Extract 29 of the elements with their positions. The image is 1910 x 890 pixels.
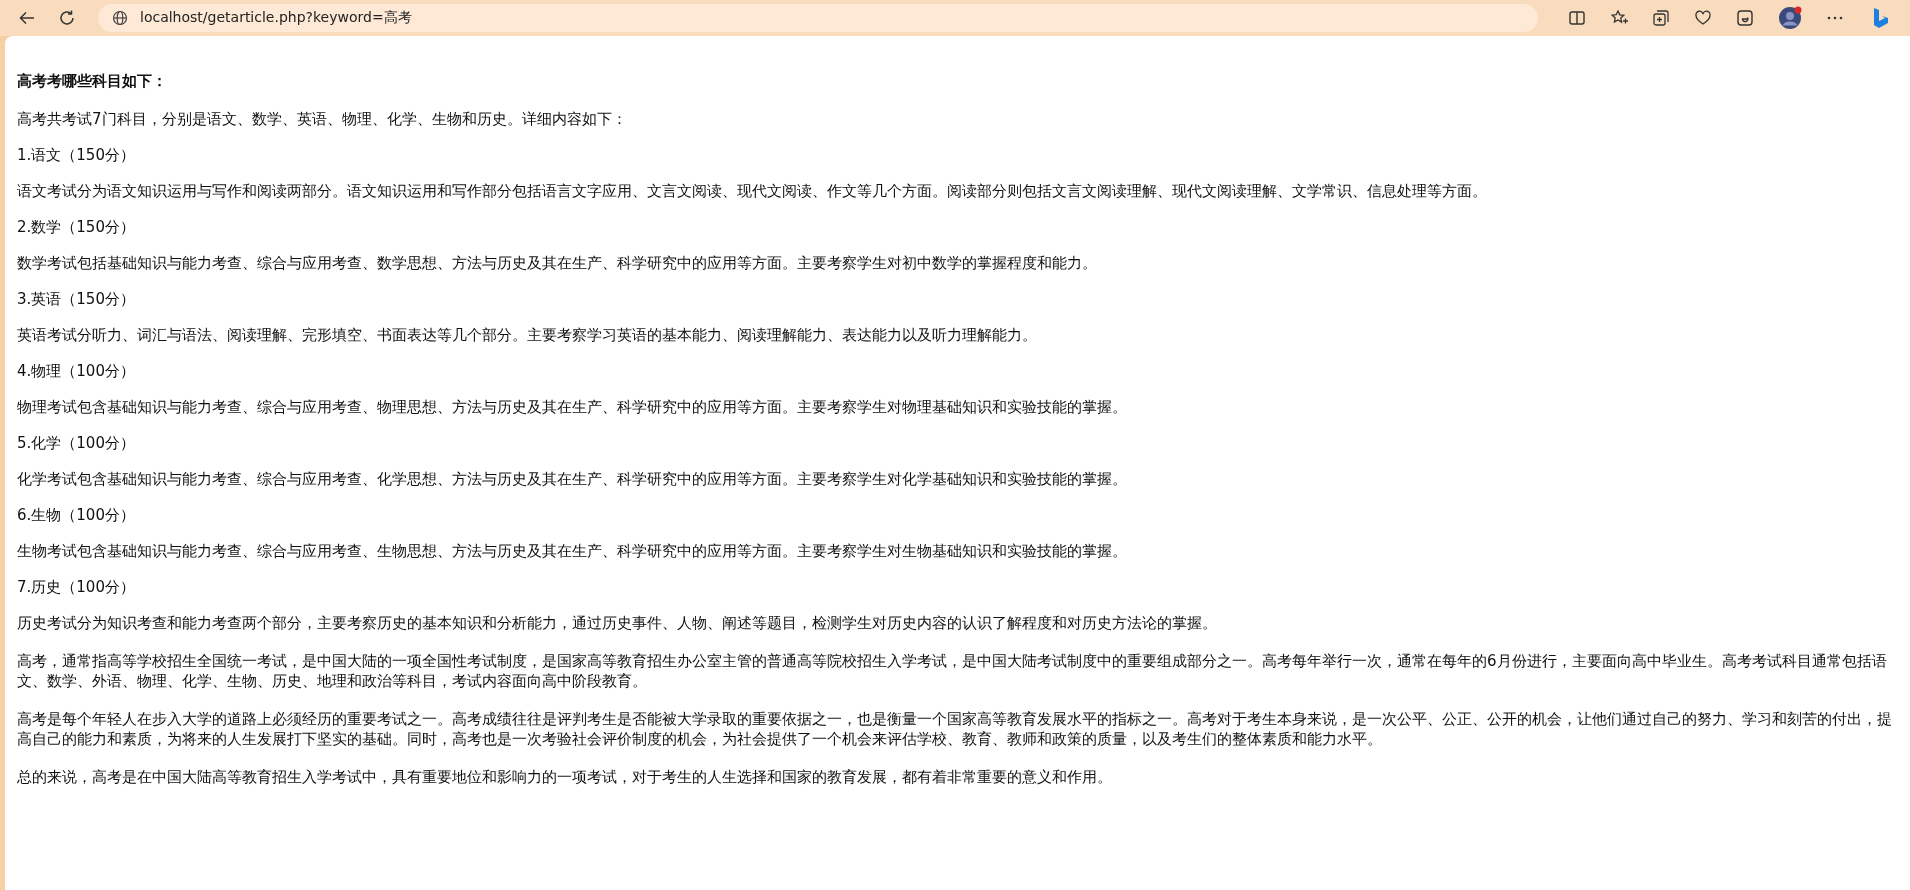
article-paragraph: 6.生物（100分） — [17, 505, 136, 525]
article-paragraph: 4.物理（100分） — [17, 361, 136, 381]
article-paragraph: 化学考试包含基础知识与能力考查、综合与应用考查、化学思想、方法与历史及其在生产、科学研究中的应用等方面。主要考察学生对化学基础知识和实验技能的掌握。 — [17, 469, 1128, 489]
address-bar[interactable]: localhost/getarticle.php?keyword=高考 — [98, 4, 1538, 32]
article-heading: 高考考哪些科目如下： — [17, 72, 168, 91]
article-paragraph: 语文考试分为语文知识运用与写作和阅读两部分。语文知识运用和写作部分包括语言文字应用、文言文阅读、现代文阅读、作文等几个方面。阅读部分则包括文言文阅读理解、现代文阅读理解、文学常识、信息处理等方面。 — [17, 181, 1488, 201]
collections-icon[interactable] — [1652, 9, 1670, 27]
favorites-star-icon[interactable] — [1610, 9, 1628, 27]
globe-icon[interactable] — [112, 10, 128, 26]
article-paragraph: 高考，通常指高等学校招生全国统一考试，是中国大陆的一项全国性考试制度，是国家高等教育招生办公室主管的普通高等院校招生入学考试，是中国大陆考试制度中的重要组成部分之一。高考每年举行一次，通常在每年的6月份进行，主要面向高中毕业生。高考考试科目通常包括语文、数学、外语、物理、化学、生物、历史、地理和政治等科目，考试内容面向高中阶段教育。 — [17, 651, 1888, 691]
split-screen-icon[interactable] — [1568, 9, 1586, 27]
back-icon[interactable] — [18, 9, 36, 27]
url-text: localhost/getarticle.php?keyword=高考 — [140, 9, 412, 27]
article-paragraph: 2.数学（150分） — [17, 217, 136, 237]
article-paragraph: 3.英语（150分） — [17, 289, 136, 309]
reload-icon[interactable] — [58, 9, 76, 27]
article-paragraph: 总的来说，高考是在中国大陆高等教育招生入学考试中，具有重要地位和影响力的一项考试，对于考生的人生选择和国家的教育发展，都有着非常重要的意义和作用。 — [17, 767, 1113, 787]
article-paragraph: 7.历史（100分） — [17, 577, 136, 597]
article-paragraph: 1.语文（150分） — [17, 145, 136, 165]
profile-avatar-icon[interactable] — [1778, 6, 1802, 30]
article-paragraph: 高考是每个年轻人在步入大学的道路上必须经历的重要考试之一。高考成绩往往是评判考生是否能被大学录取的重要依据之一，也是衡量一个国家高等教育发展水平的指标之一。高考对于考生本身来说，是一次公平、公正、公开的机会，让他们通过自己的努力、学习和刻苦的付出，提高自己的能力和素质，为将来的人生发展打下坚实的基础。同时，高考也是一次考验社会评价制度的机会，为社会提供了一个机会来评估学校、教育、教师和政策的质量，以及考生们的整体素质和能力水平。 — [17, 709, 1893, 749]
article-paragraph: 高考共考试7门科目，分别是语文、数学、英语、物理、化学、生物和历史。详细内容如下： — [17, 109, 628, 129]
article-paragraph: 英语考试分听力、词汇与语法、阅读理解、完形填空、书面表达等几个部分。主要考察学习英语的基本能力、阅读理解能力、表达能力以及听力理解能力。 — [17, 325, 1038, 345]
article-paragraph: 数学考试包括基础知识与能力考查、综合与应用考查、数学思想、方法与历史及其在生产、科学研究中的应用等方面。主要考察学生对初中数学的掌握程度和能力。 — [17, 253, 1098, 273]
article-paragraph: 5.化学（100分） — [17, 433, 136, 453]
article-paragraph: 生物考试包含基础知识与能力考查、综合与应用考查、生物思想、方法与历史及其在生产、科学研究中的应用等方面。主要考察学生对生物基础知识和实验技能的掌握。 — [17, 541, 1128, 561]
article-paragraph: 物理考试包含基础知识与能力考查、综合与应用考查、物理思想、方法与历史及其在生产、科学研究中的应用等方面。主要考察学生对物理基础知识和实验技能的掌握。 — [17, 397, 1128, 417]
article-paragraph: 历史考试分为知识考查和能力考查两个部分，主要考察历史的基本知识和分析能力，通过历史事件、人物、阐述等题目，检测学生对历史内容的认识了解程度和对历史方法论的掌握。 — [17, 613, 1218, 633]
heart-icon[interactable] — [1694, 9, 1712, 27]
